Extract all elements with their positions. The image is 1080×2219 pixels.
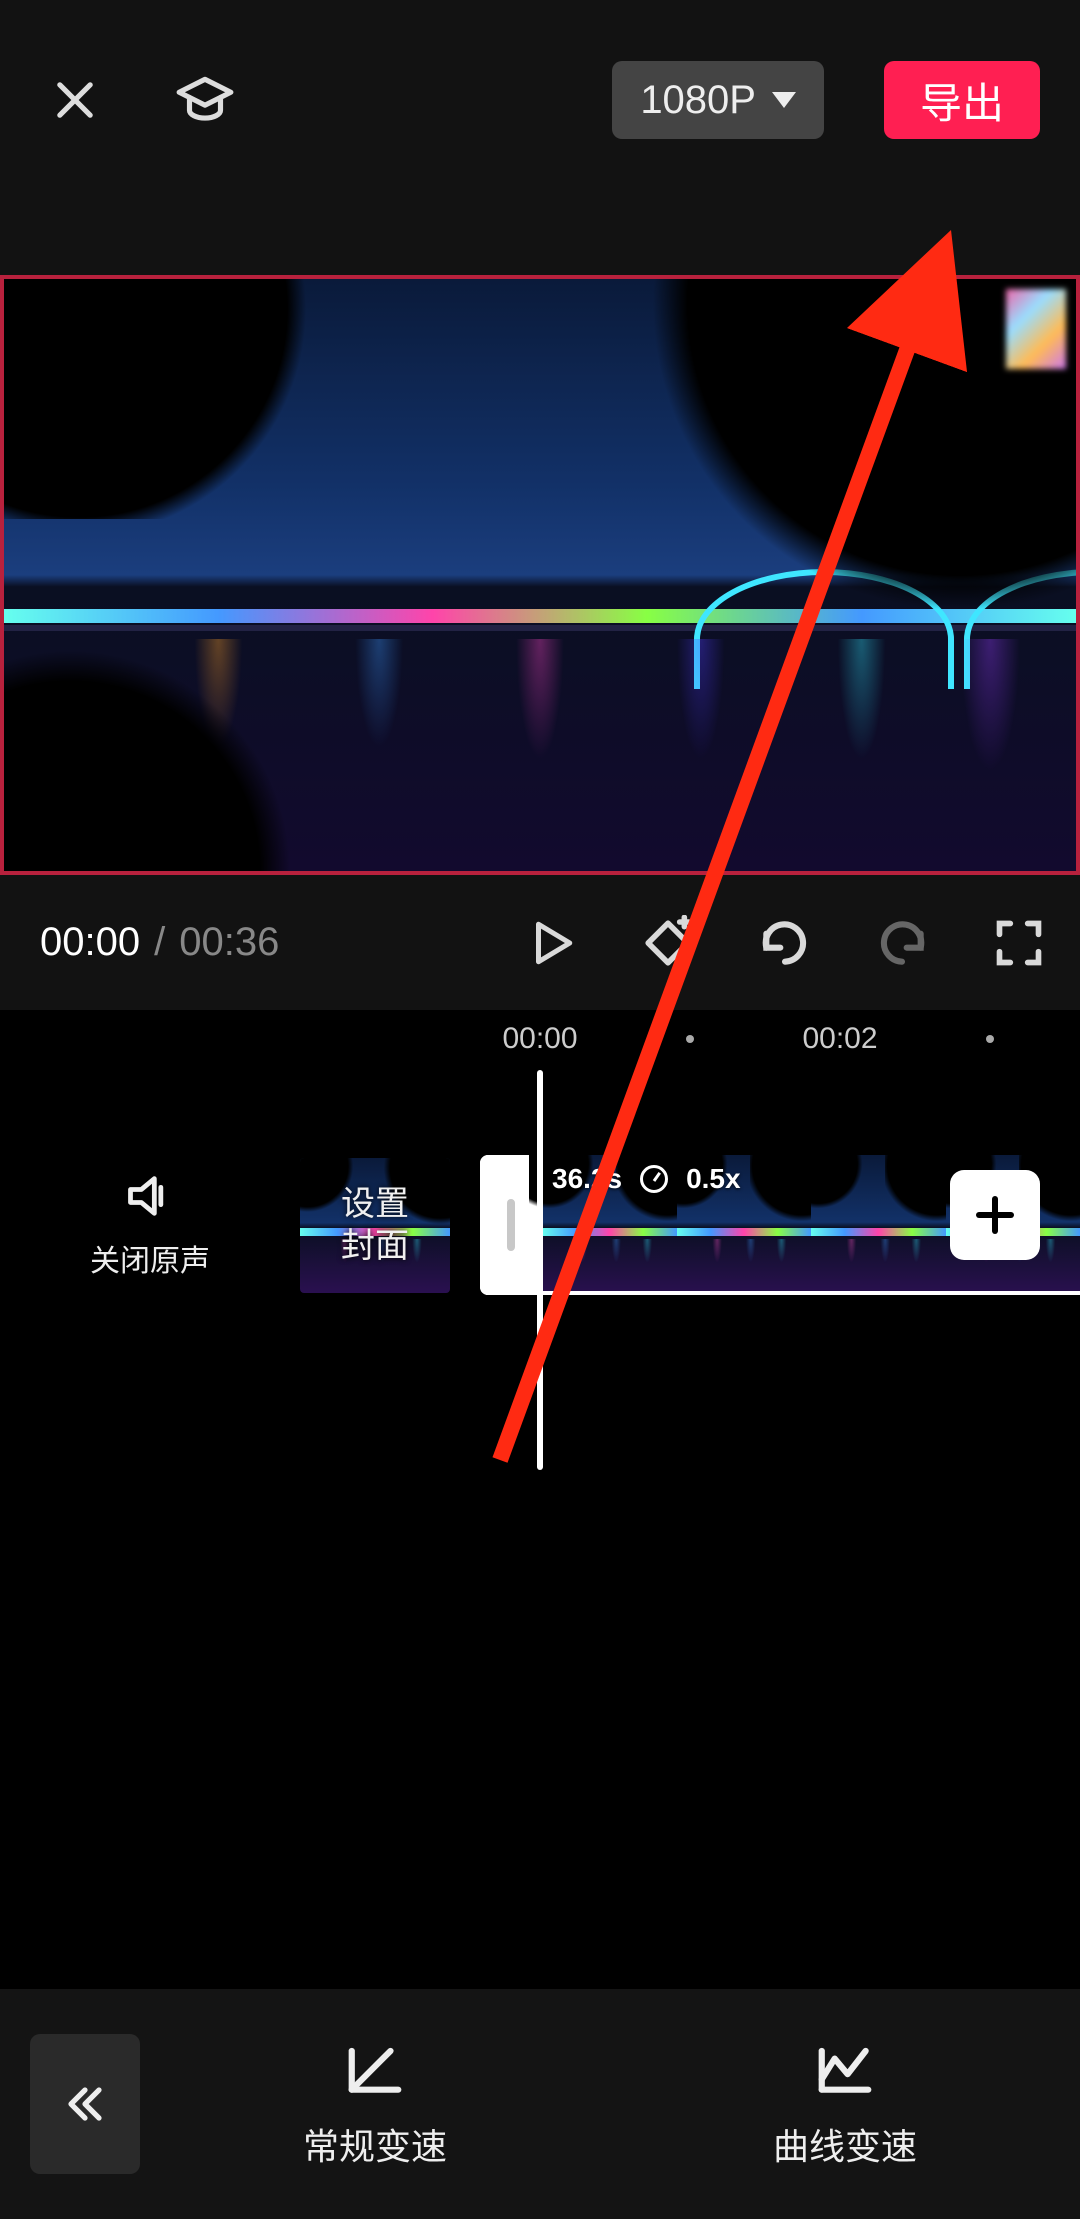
close-button[interactable] (40, 65, 110, 135)
keyframe-icon (640, 915, 696, 971)
playhead[interactable] (537, 1070, 543, 1470)
chevrons-left-icon (61, 2080, 109, 2128)
video-editor-root: 1080P 导出 00:00 / 00:36 (0, 0, 1080, 2219)
watermark-badge (1006, 289, 1066, 369)
undo-button[interactable] (754, 912, 816, 974)
redo-icon (874, 915, 930, 971)
close-icon (49, 74, 101, 126)
total-time: 00:36 (179, 920, 279, 965)
play-button[interactable] (520, 912, 582, 974)
timeline-area[interactable]: 00:00 00:02 关闭原声 设置 封面 (0, 1010, 1080, 1989)
preview-frame (4, 279, 1076, 871)
cover-label: 设置 封面 (341, 1183, 409, 1268)
playback-controls: 00:00 / 00:36 (0, 875, 1080, 1010)
top-bar: 1080P 导出 (0, 0, 1080, 200)
speed-indicator-icon (640, 1165, 668, 1193)
resolution-select[interactable]: 1080P (612, 61, 824, 139)
time-display: 00:00 / 00:36 (40, 920, 279, 965)
redo-button[interactable] (871, 912, 933, 974)
add-clip-button[interactable] (950, 1170, 1040, 1260)
set-cover-button[interactable]: 设置 封面 (300, 1158, 450, 1293)
normal-speed-label: 常规变速 (303, 2118, 447, 2170)
preview-area (0, 200, 1080, 875)
ruler-tick: 00:02 (802, 1022, 877, 1056)
time-ruler[interactable]: 00:00 00:02 (0, 1010, 1080, 1070)
play-icon (526, 918, 576, 968)
bottom-toolbar: 常规变速 曲线变速 (0, 1989, 1080, 2219)
add-keyframe-button[interactable] (637, 912, 699, 974)
ruler-dot (986, 1035, 994, 1043)
normal-speed-icon (344, 2038, 406, 2100)
tutorial-button[interactable] (170, 65, 240, 135)
graduation-cap-icon (174, 69, 236, 131)
time-separator: / (154, 920, 165, 965)
curve-speed-option[interactable]: 曲线变速 (610, 2038, 1080, 2170)
ruler-tick: 00:00 (502, 1022, 577, 1056)
fullscreen-button[interactable] (988, 912, 1050, 974)
toolbar-back-button[interactable] (30, 2034, 140, 2174)
current-time: 00:00 (40, 920, 140, 965)
export-button[interactable]: 导出 (884, 61, 1040, 139)
chevron-down-icon (772, 92, 796, 108)
speaker-icon (124, 1170, 176, 1222)
plus-icon (971, 1191, 1019, 1239)
resolution-label: 1080P (640, 78, 756, 123)
export-label: 导出 (920, 70, 1004, 131)
undo-icon (757, 915, 813, 971)
ruler-dot (686, 1035, 694, 1043)
curve-speed-icon (814, 2038, 876, 2100)
clip-speed-label: 0.5x (686, 1163, 741, 1195)
fullscreen-icon (993, 917, 1045, 969)
mute-audio-button[interactable]: 关闭原声 (0, 1170, 300, 1280)
curve-speed-label: 曲线变速 (773, 2118, 917, 2170)
clip-duration-label: 36.2s (552, 1163, 622, 1195)
video-preview[interactable] (0, 275, 1080, 875)
normal-speed-option[interactable]: 常规变速 (140, 2038, 610, 2170)
mute-label: 关闭原声 (90, 1236, 210, 1280)
